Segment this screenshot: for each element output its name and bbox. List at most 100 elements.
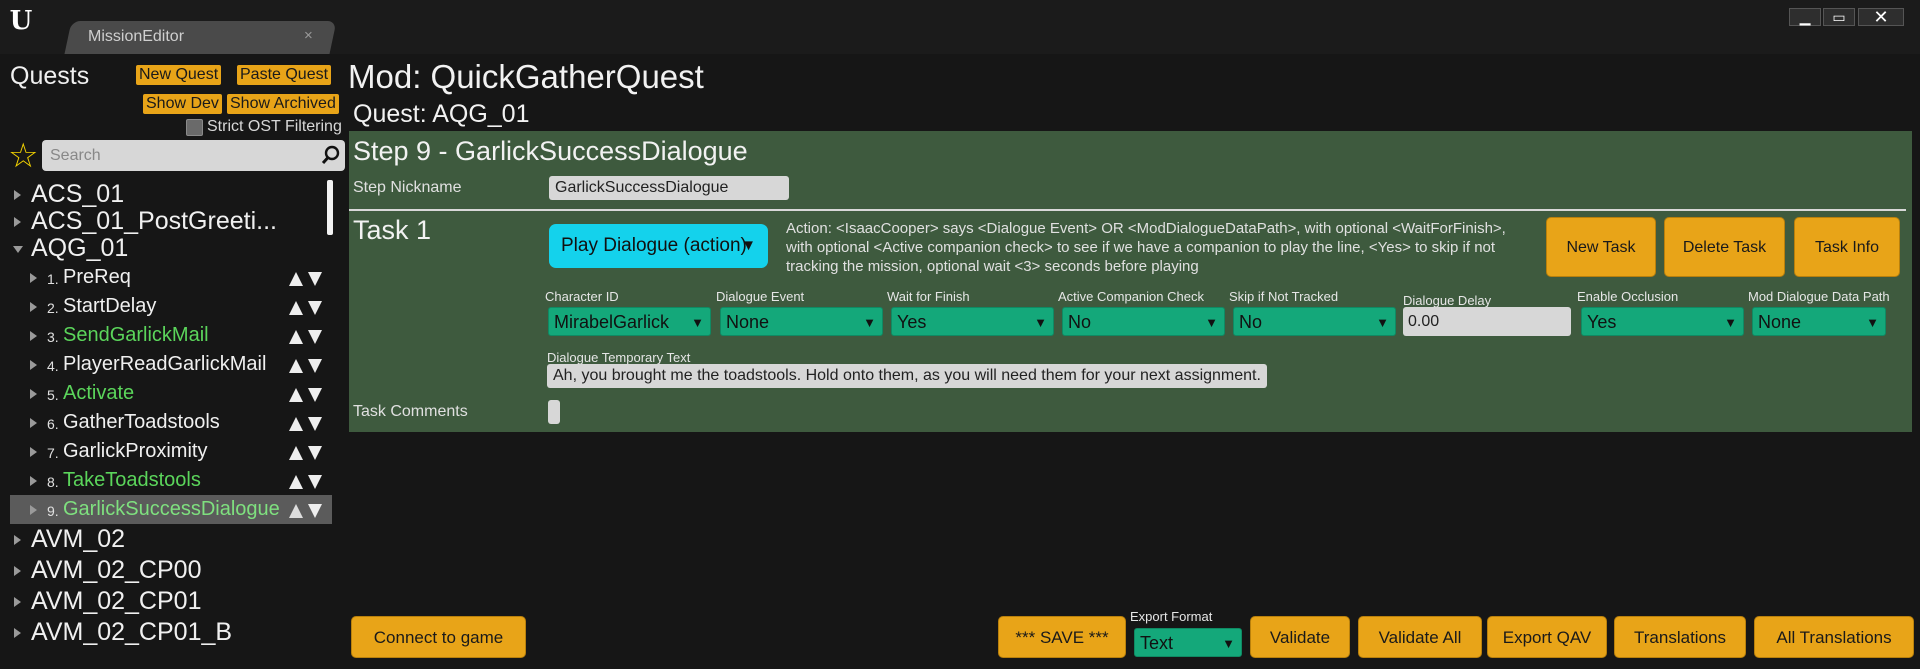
step-nickname-label: Step Nickname: [353, 179, 462, 196]
expand-caret-icon[interactable]: [14, 535, 21, 545]
reorder-arrows-icon[interactable]: [288, 387, 324, 403]
tree-scrollbar[interactable]: [327, 180, 333, 235]
enable-occlusion-select[interactable]: Yes ▼: [1581, 307, 1744, 336]
sidebar-title: Quests: [10, 62, 90, 90]
chevron-down-icon: ▼: [1866, 315, 1879, 330]
dialogue-temp-text-input[interactable]: Ah, you brought me the toadstools. Hold …: [547, 364, 1267, 388]
step-item-startdelay[interactable]: 2. StartDelay: [10, 292, 332, 321]
export-format-select[interactable]: Text ▼: [1134, 628, 1242, 657]
tree-item-avm-02-cp01-b[interactable]: AVM_02_CP01_B: [10, 618, 332, 647]
step-item-gathertoadstools[interactable]: 6. GatherToadstools: [10, 408, 332, 437]
step-item-prereq[interactable]: 1. PreReq: [10, 263, 332, 292]
validate-all-button[interactable]: Validate All: [1358, 616, 1482, 658]
expand-caret-icon[interactable]: [30, 331, 37, 341]
active-companion-label: Active Companion Check: [1058, 289, 1204, 304]
maximize-button[interactable]: ▭: [1823, 8, 1855, 26]
mod-dialogue-path-value: None: [1758, 312, 1802, 332]
search-icon[interactable]: [321, 145, 341, 165]
expand-caret-icon[interactable]: [14, 597, 21, 607]
all-translations-button[interactable]: All Translations: [1754, 616, 1914, 658]
validate-button[interactable]: Validate: [1250, 616, 1350, 658]
tree-item-label: AVM_02_CP01_B: [31, 618, 233, 646]
collapse-caret-icon[interactable]: [13, 246, 23, 253]
skip-not-tracked-select[interactable]: No ▼: [1233, 307, 1396, 336]
expand-caret-icon[interactable]: [30, 447, 37, 457]
reorder-arrows-icon[interactable]: [288, 474, 324, 490]
close-button[interactable]: ✕: [1858, 8, 1904, 26]
chevron-down-icon: ▼: [1034, 315, 1047, 330]
tree-item-label: ACS_01: [31, 180, 125, 208]
search-input[interactable]: [50, 145, 310, 166]
tree-item-acs-01[interactable]: ACS_01: [10, 180, 332, 209]
character-id-select[interactable]: MirabelGarlick ▼: [548, 307, 711, 336]
translations-button[interactable]: Translations: [1614, 616, 1746, 658]
tree-item-avm-02[interactable]: AVM_02: [10, 525, 332, 554]
expand-caret-icon[interactable]: [14, 190, 21, 200]
reorder-arrows-icon[interactable]: [288, 329, 324, 345]
favorite-star-icon[interactable]: ☆: [8, 137, 38, 175]
step-item-garlickproximity[interactable]: 7. GarlickProximity: [10, 437, 332, 466]
tree-item-acs-01-postgreeting[interactable]: ACS_01_PostGreeti...: [10, 207, 332, 236]
tree-item-avm-02-cp01[interactable]: AVM_02_CP01: [10, 587, 332, 616]
task-comments-input[interactable]: [548, 400, 560, 424]
expand-caret-icon[interactable]: [14, 566, 21, 576]
expand-caret-icon[interactable]: [30, 476, 37, 486]
task-info-button[interactable]: Task Info: [1794, 217, 1900, 277]
expand-caret-icon[interactable]: [30, 389, 37, 399]
show-archived-button[interactable]: Show Archived: [227, 94, 339, 114]
step-item-taketoadstools[interactable]: 8. TakeToadstools: [10, 466, 332, 495]
reorder-arrows-icon[interactable]: [288, 503, 324, 519]
strict-ost-filter[interactable]: Strict OST Filtering: [186, 118, 342, 138]
divider: [349, 209, 1906, 211]
wait-for-finish-select[interactable]: Yes ▼: [891, 307, 1054, 336]
tab-close-icon[interactable]: ×: [304, 27, 313, 44]
expand-caret-icon[interactable]: [14, 628, 21, 638]
show-dev-button[interactable]: Show Dev: [143, 94, 222, 114]
dialogue-delay-input[interactable]: 0.00: [1403, 307, 1571, 336]
step-label: GatherToadstools: [63, 411, 220, 433]
minimize-button[interactable]: ▁: [1789, 8, 1821, 26]
step-item-activate[interactable]: 5. Activate: [10, 379, 332, 408]
new-task-button[interactable]: New Task: [1546, 217, 1656, 277]
tree-item-avm-02-cp00[interactable]: AVM_02_CP00: [10, 556, 332, 585]
connect-to-game-button[interactable]: Connect to game: [351, 616, 526, 658]
step-item-playerreadgarlickmail[interactable]: 4. PlayerReadGarlickMail: [10, 350, 332, 379]
tab-label[interactable]: MissionEditor: [88, 28, 184, 46]
task-type-dropdown[interactable]: Play Dialogue (action) ▼: [549, 224, 768, 268]
expand-caret-icon[interactable]: [30, 360, 37, 370]
export-qav-button[interactable]: Export QAV: [1487, 616, 1607, 658]
delete-task-button[interactable]: Delete Task: [1664, 217, 1785, 277]
quest-sidebar: Quests New Quest Paste Quest Show Dev Sh…: [0, 54, 347, 669]
reorder-arrows-icon[interactable]: [288, 271, 324, 287]
mod-dialogue-path-select[interactable]: None ▼: [1752, 307, 1886, 336]
expand-caret-icon[interactable]: [30, 302, 37, 312]
active-companion-select[interactable]: No ▼: [1062, 307, 1225, 336]
step-item-sendgarlickmail[interactable]: 3. SendGarlickMail: [10, 321, 332, 350]
step-label: SendGarlickMail: [63, 324, 209, 346]
step-label: Activate: [63, 382, 135, 404]
skip-not-tracked-value: No: [1239, 312, 1263, 332]
strict-ost-checkbox[interactable]: [186, 118, 203, 136]
paste-quest-button[interactable]: Paste Quest: [237, 65, 332, 85]
reorder-arrows-icon[interactable]: [288, 358, 324, 374]
search-box[interactable]: [42, 140, 345, 171]
step-item-garlicksuccessdialogue[interactable]: 9. GarlickSuccessDialogue: [10, 495, 332, 524]
expand-caret-icon[interactable]: [30, 418, 37, 428]
reorder-arrows-icon[interactable]: [288, 300, 324, 316]
dialogue-event-value: None: [726, 312, 770, 332]
dialogue-event-select[interactable]: None ▼: [720, 307, 883, 336]
step-number: 3.: [47, 329, 59, 345]
expand-caret-icon[interactable]: [14, 217, 21, 227]
step-number: 2.: [47, 300, 59, 316]
reorder-arrows-icon[interactable]: [288, 445, 324, 461]
chevron-down-icon: ▼: [691, 315, 704, 330]
expand-caret-icon[interactable]: [30, 505, 37, 515]
new-quest-button[interactable]: New Quest: [136, 65, 222, 85]
save-button[interactable]: *** SAVE ***: [998, 616, 1126, 658]
tree-item-aqg-01[interactable]: AQG_01: [10, 234, 332, 263]
reorder-arrows-icon[interactable]: [288, 416, 324, 432]
character-id-label: Character ID: [545, 289, 619, 304]
step-heading: Step 9 - GarlickSuccessDialogue: [353, 136, 748, 166]
expand-caret-icon[interactable]: [30, 273, 37, 283]
step-nickname-input[interactable]: GarlickSuccessDialogue: [549, 176, 789, 200]
